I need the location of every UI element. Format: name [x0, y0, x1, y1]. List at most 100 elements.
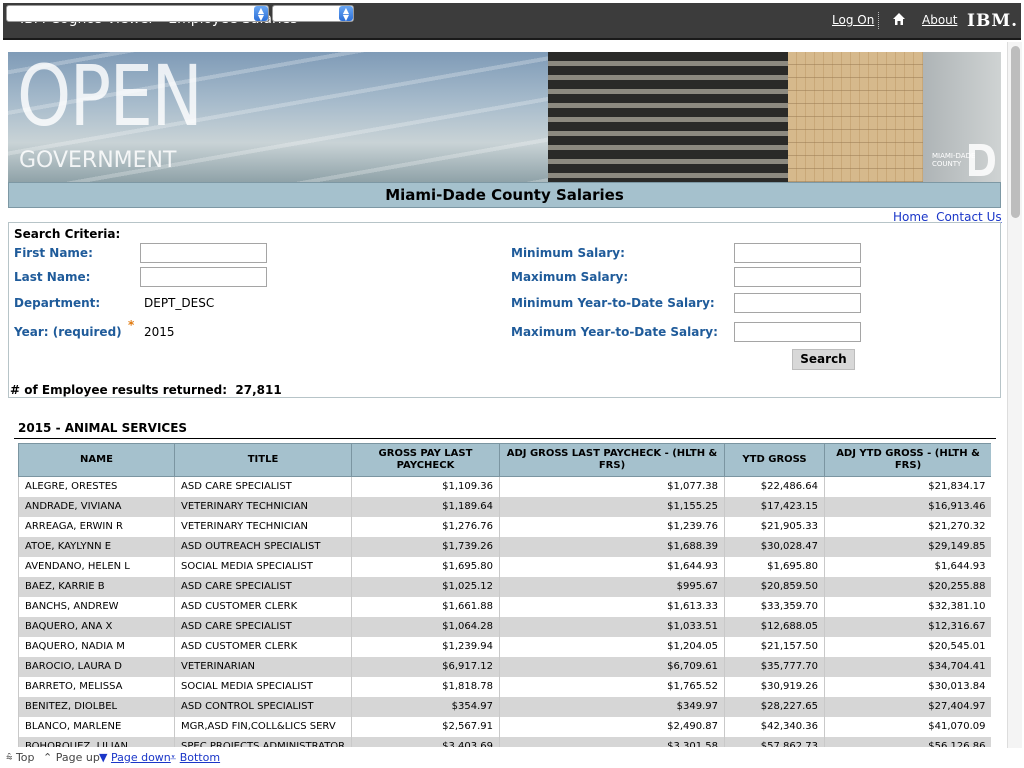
table-cell: $1,239.76: [499, 516, 725, 537]
table-row: BOHORQUEZ, LILIAN SPEC PROJECTS ADMINISTR…: [18, 736, 991, 747]
table-cell: MGR,ASD FIN,COLL&LICS SERV: [174, 716, 352, 737]
table-row: BAEZ, KARRIE B ASD CARE SPECIALIST $1,025.…: [18, 576, 991, 597]
table-cell: ASD OUTREACH SPECIALIST: [174, 536, 352, 557]
top-link[interactable]: ⩯ Top: [6, 751, 35, 765]
results-count-value: 27,811: [235, 383, 282, 397]
table-cell: VETERINARY TECHNICIAN: [174, 496, 352, 517]
top-arrow-icon: ⩯: [6, 751, 13, 764]
page-down-arrow-icon: ▼: [99, 751, 108, 764]
page-nav-footer: ⩯ Top ⌃ Page up ▼ Page down ⩡ Bottom: [0, 748, 1024, 768]
table-cell: $30,919.26: [724, 676, 825, 697]
about-link[interactable]: About: [922, 13, 957, 27]
table-cell: SPEC PROJECTS ADMINISTRATOR: [174, 736, 352, 747]
table-cell: AVENDANO, HELEN L: [18, 556, 175, 577]
table-cell: $1,077.38: [499, 476, 725, 497]
home-icon[interactable]: [891, 11, 907, 27]
column-header: NAME: [18, 443, 175, 477]
scrollbar-thumb[interactable]: [1011, 46, 1020, 218]
page-title: Miami-Dade County Salaries: [8, 182, 1001, 208]
table-cell: $2,490.87: [499, 716, 725, 737]
table-cell: $1,695.80: [724, 556, 825, 577]
table-cell: $20,545.01: [824, 636, 991, 657]
first-name-label: First Name:: [14, 246, 93, 260]
column-header: ADJ GROSS LAST PAYCHECK - (HLTH & FRS): [499, 443, 725, 477]
search-criteria-heading: Search Criteria:: [14, 227, 121, 241]
table-cell: SOCIAL MEDIA SPECIALIST: [174, 556, 352, 577]
table-row: ANDRADE, VIVIANA VETERINARY TECHNICIAN $1,…: [18, 496, 991, 517]
table-cell: $57,862.73: [724, 736, 825, 747]
table-row: BAQUERO, ANA X ASD CARE SPECIALIST $1,064.…: [18, 616, 991, 637]
year-value[interactable]: 2015: [144, 325, 175, 339]
table-cell: $1,155.25: [499, 496, 725, 517]
department-label: Department:: [14, 296, 101, 310]
min-salary-input[interactable]: [734, 243, 861, 263]
table-cell: ASD CUSTOMER CLERK: [174, 636, 352, 657]
column-header: ADJ YTD GROSS - (HLTH & FRS): [824, 443, 991, 477]
table-cell: $1,025.12: [351, 576, 500, 597]
table-cell: ASD CARE SPECIALIST: [174, 616, 352, 637]
table-cell: $1,276.76: [351, 516, 500, 537]
page-up-link[interactable]: ⌃ Page up: [43, 751, 100, 764]
table-cell: $1,239.94: [351, 636, 500, 657]
last-name-label: Last Name:: [14, 270, 91, 284]
table-cell: $1,695.80: [351, 556, 500, 577]
year-label: Year: (required): [14, 325, 122, 339]
report-select[interactable]: ▲ ▼: [6, 5, 269, 22]
table-header-row: NAME TITLE GROSS PAY LAST PAYCHECK ADJ GROS…: [18, 443, 991, 477]
max-ytd-salary-input[interactable]: [734, 322, 861, 342]
table-cell: $3,301.58: [499, 736, 725, 747]
first-name-input[interactable]: [140, 243, 267, 263]
table-cell: $17,423.15: [724, 496, 825, 517]
table-row: ALEGRE, ORESTES ASD CARE SPECIALIST $1,109…: [18, 476, 991, 497]
view-select[interactable]: ▲ ▼: [272, 5, 354, 22]
bottom-link[interactable]: ⩡ Bottom: [170, 751, 220, 765]
log-on-link[interactable]: Log On: [832, 13, 874, 27]
max-salary-label: Maximum Salary:: [511, 270, 629, 284]
table-cell: $1,189.64: [351, 496, 500, 517]
department-value[interactable]: DEPT_DESC: [144, 296, 214, 310]
salary-table: NAME TITLE GROSS PAY LAST PAYCHECK ADJ GROS…: [18, 443, 991, 747]
table-cell: ANDRADE, VIVIANA: [18, 496, 175, 517]
table-cell: $33,359.70: [724, 596, 825, 617]
vertical-scrollbar[interactable]: [1007, 42, 1022, 762]
table-row: BLANCO, MARLENE MGR,ASD FIN,COLL&LICS SER…: [18, 716, 991, 737]
table-cell: $1,033.51: [499, 616, 725, 637]
column-header: TITLE: [174, 443, 352, 477]
table-cell: $30,028.47: [724, 536, 825, 557]
search-button[interactable]: Search: [792, 349, 855, 370]
banner-image: OPEN GOVERNMENT: [8, 52, 1001, 182]
table-cell: BAQUERO, NADIA M: [18, 636, 175, 657]
table-row: AVENDANO, HELEN L SOCIAL MEDIA SPECIALIST…: [18, 556, 991, 577]
divider: [878, 12, 879, 29]
table-cell: $56,126.86: [824, 736, 991, 747]
table-cell: $12,688.05: [724, 616, 825, 637]
table-cell: $41,070.09: [824, 716, 991, 737]
page-down-link[interactable]: ▼ Page down: [99, 751, 171, 764]
max-ytd-salary-label: Maximum Year-to-Date Salary:: [511, 325, 718, 339]
page-up-arrow-icon: ⌃: [43, 751, 53, 764]
max-salary-input[interactable]: [734, 267, 861, 287]
table-cell: $1,818.78: [351, 676, 500, 697]
table-cell: $20,255.88: [824, 576, 991, 597]
table-cell: $1,064.28: [351, 616, 500, 637]
table-cell: BOHORQUEZ, LILIAN: [18, 736, 175, 747]
table-cell: BLANCO, MARLENE: [18, 716, 175, 737]
table-cell: $349.97: [499, 696, 725, 717]
table-row: BANCHS, ANDREW ASD CUSTOMER CLERK $1,661.8…: [18, 596, 991, 617]
salary-table-container[interactable]: NAME TITLE GROSS PAY LAST PAYCHECK ADJ GROS…: [18, 443, 991, 747]
logo-caption: MIAMI-DADE COUNTY: [932, 152, 976, 168]
table-cell: $1,204.05: [499, 636, 725, 657]
table-cell: ALEGRE, ORESTES: [18, 476, 175, 497]
table-cell: ASD CUSTOMER CLERK: [174, 596, 352, 617]
table-cell: $32,381.10: [824, 596, 991, 617]
select-arrows-icon: ▲ ▼: [339, 6, 353, 22]
min-ytd-salary-input[interactable]: [734, 293, 861, 313]
table-cell: $1,688.39: [499, 536, 725, 557]
table-cell: BARRETO, MELISSA: [18, 676, 175, 697]
banner-open-text: OPEN: [17, 52, 203, 145]
last-name-input[interactable]: [140, 267, 267, 287]
table-cell: $354.97: [351, 696, 500, 717]
table-cell: VETERINARY TECHNICIAN: [174, 516, 352, 537]
table-cell: BAEZ, KARRIE B: [18, 576, 175, 597]
table-row: BARRETO, MELISSA SOCIAL MEDIA SPECIALIST $…: [18, 676, 991, 697]
